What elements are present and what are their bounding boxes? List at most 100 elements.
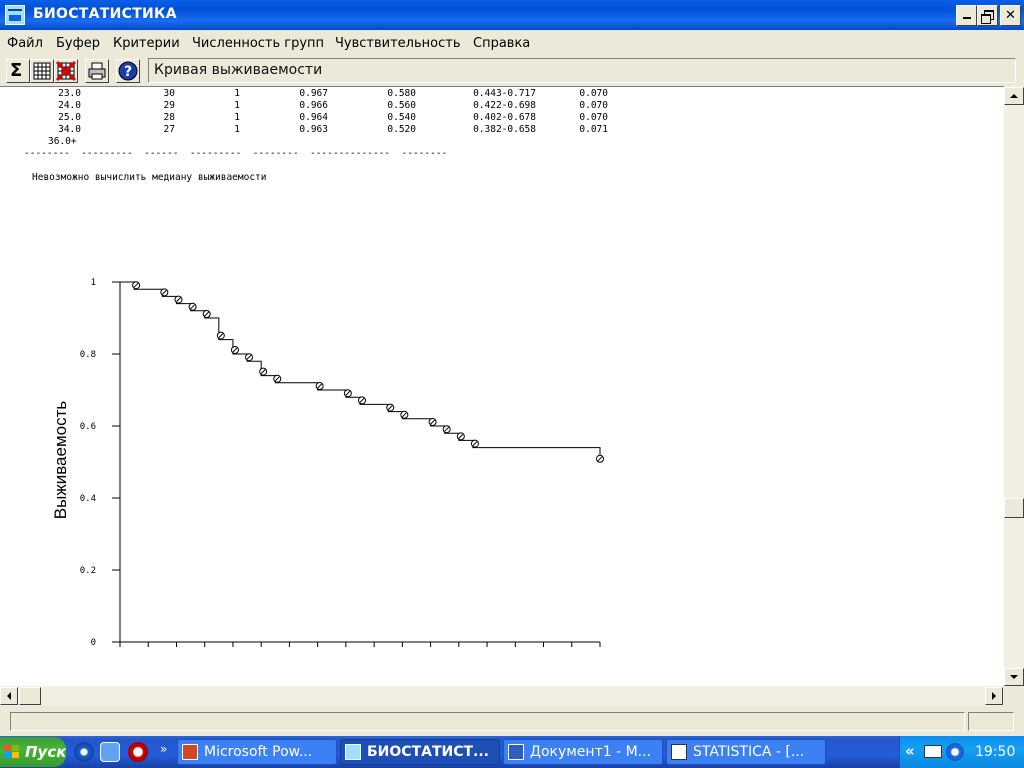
opera-icon[interactable] — [128, 742, 148, 762]
close-table-icon — [55, 60, 77, 82]
menu-help[interactable]: Справка — [473, 36, 530, 51]
table-cell: 0.382-0.658 — [473, 124, 536, 135]
table-cell: 0.520 — [387, 124, 416, 135]
powerpoint-icon — [182, 744, 198, 760]
table-button[interactable] — [30, 59, 54, 83]
task-statistica[interactable]: STATISTICA - [... — [666, 739, 826, 765]
y-tick-label: 0 — [91, 638, 96, 647]
scroll-left-button[interactable] — [0, 687, 18, 705]
scroll-right-button[interactable] — [985, 687, 1003, 705]
table-cell: 28 — [163, 112, 175, 123]
table-cell: 1 — [234, 124, 240, 135]
scroll-corner — [1004, 686, 1024, 706]
table-cell: 1 — [234, 88, 240, 99]
arrow-left-icon — [7, 692, 11, 700]
table-cell: 0.964 — [299, 112, 328, 123]
sum-button[interactable]: Σ — [6, 59, 30, 83]
table-cell: 0.070 — [579, 100, 608, 111]
y-tick-label: 0.8 — [80, 350, 96, 360]
table-cell: 0.070 — [579, 88, 608, 99]
biostatistics-icon — [345, 744, 361, 760]
windows-logo-icon — [4, 745, 20, 759]
table-cell: 0.963 — [299, 124, 328, 135]
status-panel-side — [968, 712, 1014, 731]
print-icon — [88, 62, 106, 80]
task-biostatistics[interactable]: БИОСТАТИСТ... — [340, 739, 500, 765]
title-bar[interactable]: БИОСТАТИСТИКА ✕ — [0, 0, 1024, 30]
table-cell: 0.966 — [299, 100, 328, 111]
minimize-button[interactable] — [956, 5, 977, 26]
sum-icon: Σ — [10, 60, 23, 81]
menu-sensitivity[interactable]: Чувствительность — [335, 36, 460, 51]
clock[interactable]: 19:50 — [975, 744, 1015, 760]
menu-criteria[interactable]: Критерии — [113, 36, 180, 51]
close-table-button[interactable] — [54, 59, 78, 83]
arrow-right-icon — [992, 692, 996, 700]
minimize-icon — [962, 17, 971, 19]
tray-chevron[interactable]: « — [905, 742, 915, 760]
table-cell: 36.0+ — [48, 136, 77, 147]
taskbar: Пуск » Microsoft Pow... БИОСТАТИСТ... До… — [0, 736, 1024, 768]
table-cell: 0.580 — [387, 88, 416, 99]
help-button[interactable]: ? — [116, 59, 140, 83]
table-cell: 0.443-0.717 — [473, 88, 536, 99]
start-button[interactable]: Пуск — [0, 737, 66, 767]
table-cell: 23.0 — [58, 88, 81, 99]
y-tick-label: 1 — [91, 278, 96, 288]
table-separator: -------- --------- ------ --------- ----… — [24, 148, 448, 159]
table-cell: 0.540 — [387, 112, 416, 123]
menu-bar: Файл Буфер Критерии Численность групп Чу… — [0, 33, 1024, 55]
y-tick-label: 0.4 — [80, 494, 96, 504]
table-cell: 0.070 — [579, 112, 608, 123]
menu-file[interactable]: Файл — [7, 36, 43, 51]
scroll-down-button[interactable] — [1004, 668, 1024, 686]
restore-button[interactable] — [977, 5, 998, 26]
quicklaunch-chevron[interactable]: » — [160, 742, 167, 756]
table-cell: 0.560 — [387, 100, 416, 111]
desktop-icon[interactable] — [100, 742, 120, 762]
menu-buffer[interactable]: Буфер — [56, 36, 100, 51]
statistica-icon — [671, 744, 687, 760]
table-cell: 1 — [234, 100, 240, 111]
table-cell: 1 — [234, 112, 240, 123]
status-bar — [0, 709, 1024, 735]
word-icon — [508, 744, 524, 760]
task-powerpoint[interactable]: Microsoft Pow... — [177, 739, 337, 765]
table-cell: 34.0 — [58, 124, 81, 135]
table-cell: 0.967 — [299, 88, 328, 99]
task-word[interactable]: Документ1 - M... — [503, 739, 663, 765]
table-cell: 0.071 — [579, 124, 608, 135]
table-cell: 29 — [163, 100, 175, 111]
app-icon[interactable] — [5, 5, 25, 25]
print-button[interactable] — [85, 59, 109, 83]
window-title: БИОСТАТИСТИКА — [33, 6, 177, 22]
hscroll-thumb[interactable] — [19, 687, 41, 705]
horizontal-scrollbar[interactable] — [0, 686, 1004, 706]
media-player-icon[interactable] — [74, 742, 94, 762]
table-icon — [33, 62, 51, 80]
output-area: 23.0 30 1 0.967 0.580 0.443-0.717 0.070 24.0 29 1… — [0, 86, 1004, 687]
table-cell: 25.0 — [58, 112, 81, 123]
system-tray: « 19:50 — [899, 736, 1024, 768]
status-panel-main — [10, 712, 965, 731]
scroll-thumb[interactable] — [1004, 498, 1024, 518]
scroll-up-button[interactable] — [1004, 87, 1024, 105]
survival-chart: 00.20.40.60.8102468101214161820222426283… — [51, 278, 604, 647]
close-icon: ✕ — [1005, 8, 1016, 23]
mail-icon[interactable] — [924, 745, 942, 758]
y-axis-label: Выживаемость — [51, 401, 70, 520]
start-label: Пуск — [25, 743, 67, 761]
table-cell: 27 — [163, 124, 175, 135]
arrow-down-icon — [1010, 675, 1018, 679]
toolbar: Σ ? Кривая выживаемости — [0, 57, 1024, 85]
y-tick-label: 0.2 — [80, 566, 96, 576]
menu-group-size[interactable]: Численность групп — [192, 36, 324, 51]
table-cell: 0.402-0.678 — [473, 112, 536, 123]
toolbar-caption: Кривая выживаемости — [148, 58, 1016, 83]
network-icon[interactable] — [946, 743, 964, 761]
close-button[interactable]: ✕ — [1000, 5, 1021, 26]
y-tick-label: 0.6 — [80, 422, 96, 432]
vertical-scrollbar[interactable] — [1004, 86, 1024, 686]
svg-text:?: ? — [124, 64, 132, 80]
arrow-up-icon — [1010, 94, 1018, 98]
